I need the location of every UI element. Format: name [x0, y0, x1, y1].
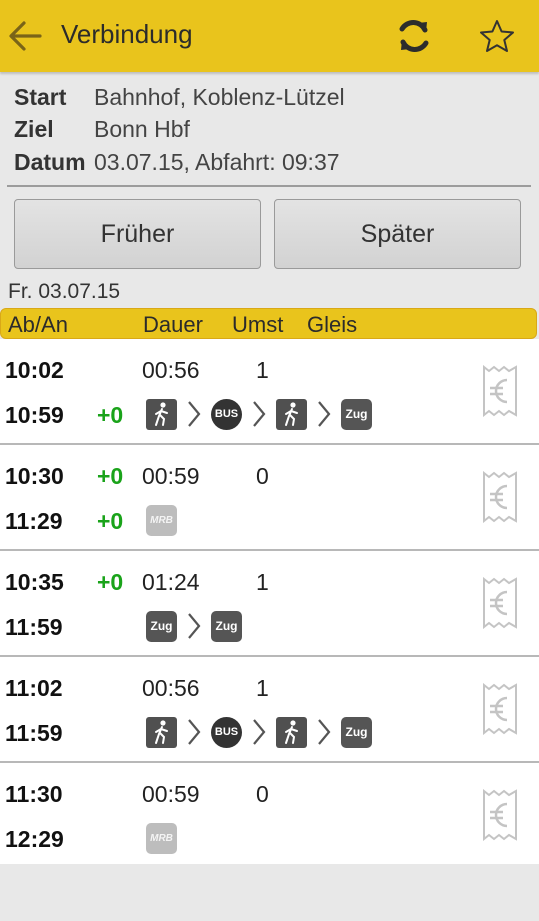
chevron-right-icon [253, 719, 266, 745]
arrival-time: 12:29 [5, 826, 64, 852]
column-gleis: Gleis [307, 312, 358, 337]
train-icon: Zug [341, 398, 372, 430]
departure-delay: +0 [97, 463, 124, 489]
later-button[interactable]: Später [274, 199, 521, 269]
column-aban: Ab/An [8, 312, 68, 337]
departure-time: 11:30 [5, 781, 63, 807]
column-dauer: Dauer [143, 312, 203, 337]
duration: 00:56 [142, 357, 200, 383]
walk-icon [276, 716, 307, 748]
bottom-area [0, 864, 539, 921]
euro-ticket-icon[interactable] [482, 683, 518, 735]
ziel-label: Ziel [14, 116, 54, 142]
start-value: Bahnhof, Koblenz-Lützel [94, 84, 345, 110]
train-icon: Zug [341, 716, 372, 748]
connection-row[interactable]: 10:02 00:56 1 10:59 +0 BUS Zug [0, 339, 539, 445]
departure-time: 10:30 [5, 463, 64, 489]
chevron-right-icon [188, 613, 201, 639]
bus-icon: BUS [211, 716, 242, 748]
euro-ticket-icon[interactable] [482, 471, 518, 523]
chevron-right-icon [318, 719, 331, 745]
walk-icon [276, 398, 307, 430]
chevron-right-icon [253, 401, 266, 427]
page-title: Verbindung [61, 19, 193, 49]
changes: 1 [256, 357, 269, 383]
datum-label: Datum [14, 149, 86, 175]
duration: 01:24 [142, 569, 200, 595]
walk-icon [146, 398, 177, 430]
euro-ticket-icon[interactable] [482, 789, 518, 841]
bus-icon: BUS [211, 398, 242, 430]
euro-ticket-icon[interactable] [482, 577, 518, 629]
transport-segments: MRB [146, 822, 177, 854]
app-bar: Verbindung [0, 0, 539, 72]
euro-ticket-icon[interactable] [482, 365, 518, 417]
departure-delay: +0 [97, 569, 124, 595]
ziel-value: Bonn Hbf [94, 116, 190, 142]
duration: 00:56 [142, 675, 200, 701]
datum-value: 03.07.15, Abfahrt: 09:37 [94, 149, 340, 175]
changes: 1 [256, 675, 269, 701]
chevron-right-icon [318, 401, 331, 427]
chevron-right-icon [188, 719, 201, 745]
changes: 1 [256, 569, 269, 595]
arrow-left-icon[interactable] [6, 18, 44, 54]
changes: 0 [256, 781, 269, 807]
transport-segments: BUS Zug [146, 716, 372, 748]
star-outline-icon[interactable] [478, 18, 516, 54]
transport-segments: Zug Zug [146, 610, 242, 642]
departure-time: 10:35 [5, 569, 64, 595]
duration: 00:59 [142, 781, 200, 807]
train-icon: Zug [211, 610, 242, 642]
connection-row[interactable]: 11:02 00:56 1 11:59 BUS Zug [0, 657, 539, 763]
earlier-button[interactable]: Früher [14, 199, 261, 269]
connection-row[interactable]: 11:30 00:59 0 12:29 MRB [0, 763, 539, 869]
transport-segments: BUS Zug [146, 398, 372, 430]
refresh-icon[interactable] [395, 16, 433, 56]
departure-time: 10:02 [5, 357, 64, 383]
connection-list: 10:02 00:56 1 10:59 +0 BUS Zug 10:30 +0 0… [0, 339, 539, 869]
divider [7, 185, 531, 187]
arrival-time: 11:29 [5, 508, 63, 534]
connection-row[interactable]: 10:35 +0 01:24 1 11:59 Zug Zug [0, 551, 539, 657]
column-header: Ab/An Dauer Umst Gleis [0, 308, 537, 339]
duration: 00:59 [142, 463, 200, 489]
arrival-time: 10:59 [5, 402, 64, 428]
list-date: Fr. 03.07.15 [8, 280, 121, 303]
column-umst: Umst [232, 312, 284, 337]
mrb-train-icon: MRB [146, 822, 177, 854]
arrival-delay: +0 [97, 508, 124, 534]
changes: 0 [256, 463, 269, 489]
start-label: Start [14, 84, 67, 110]
arrival-delay: +0 [97, 402, 124, 428]
arrival-time: 11:59 [5, 614, 63, 640]
walk-icon [146, 716, 177, 748]
departure-time: 11:02 [5, 675, 63, 701]
train-icon: Zug [146, 610, 177, 642]
chevron-right-icon [188, 401, 201, 427]
mrb-train-icon: MRB [146, 504, 177, 536]
connection-row[interactable]: 10:30 +0 00:59 0 11:29 +0 MRB [0, 445, 539, 551]
arrival-time: 11:59 [5, 720, 63, 746]
transport-segments: MRB [146, 504, 177, 536]
